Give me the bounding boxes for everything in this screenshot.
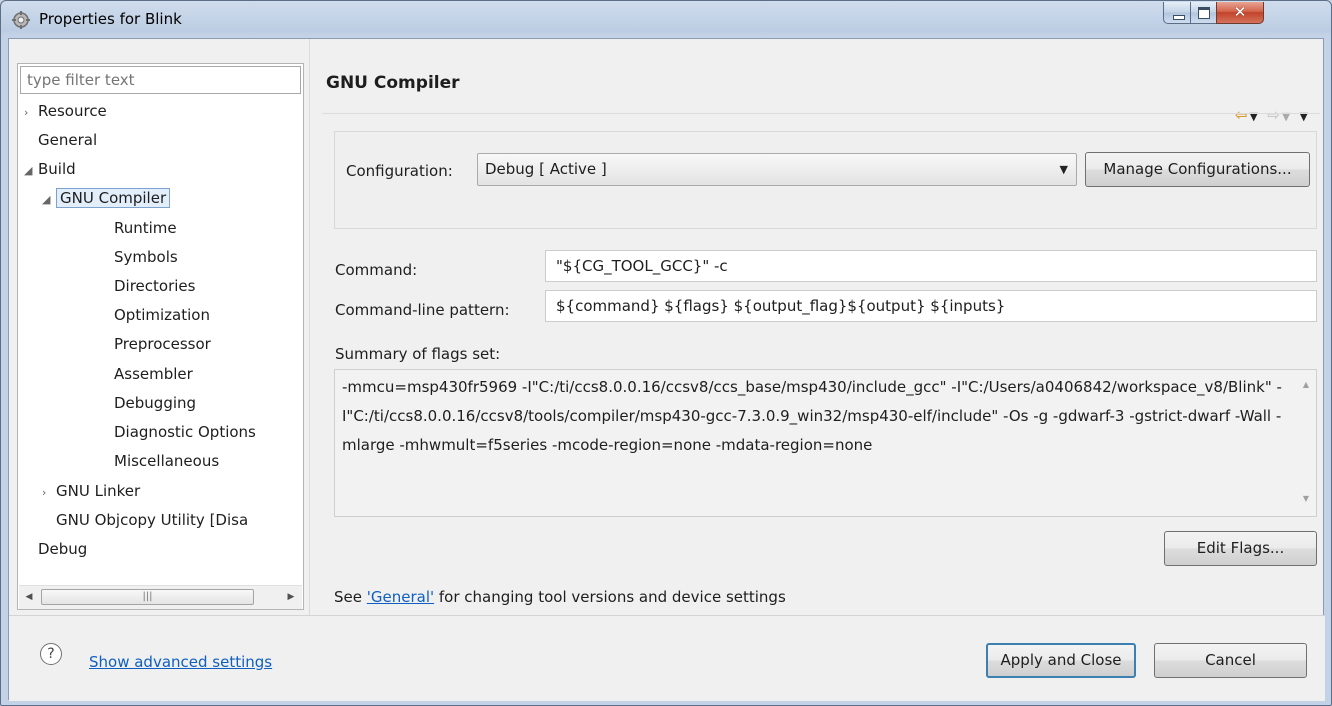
cancel-button[interactable]: Cancel: [1154, 643, 1307, 678]
footnote-suffix: for changing tool versions and device se…: [434, 588, 786, 606]
configuration-group: Configuration: Debug [ Active ] ▼ Manage…: [334, 131, 1317, 229]
manage-configurations-button[interactable]: Manage Configurations...: [1085, 152, 1310, 187]
tree-item-runtime[interactable]: Runtime: [114, 215, 177, 241]
tree-item-label: Build: [38, 160, 76, 178]
scroll-up-icon[interactable]: ▲: [1296, 380, 1316, 389]
tree-item-label: Debugging: [114, 394, 197, 412]
configuration-label: Configuration:: [346, 162, 453, 180]
forward-arrow-icon[interactable]: ⇨: [1267, 106, 1282, 124]
page-title: GNU Compiler ⇦▼ ⇨▼ ▼: [314, 39, 1320, 124]
tree-item-label: Assembler: [114, 365, 193, 383]
panel-splitter[interactable]: [309, 39, 310, 615]
command-label: Command:: [335, 261, 418, 279]
chevron-right-icon[interactable]: ›: [42, 480, 56, 506]
category-tree[interactable]: › Resource General ◢ Build ◢ GNU Compiler R…: [18, 98, 303, 583]
properties-gear-icon: [12, 11, 30, 29]
minimize-button[interactable]: [1163, 2, 1191, 24]
scroll-left-icon[interactable]: ◀: [19, 586, 39, 608]
filter-input[interactable]: [20, 66, 301, 94]
view-menu-icon[interactable]: ▼: [1300, 110, 1310, 123]
dropdown-arrow-icon[interactable]: ▼: [1060, 154, 1068, 185]
tree-item-label: Runtime: [114, 219, 177, 237]
tree-horizontal-scrollbar[interactable]: ◀ ||| ▶: [19, 585, 302, 609]
scroll-down-icon[interactable]: ▼: [1296, 494, 1316, 503]
tree-item-symbols[interactable]: Symbols: [114, 244, 178, 270]
close-icon: ✕: [1233, 3, 1247, 21]
dialog-button-bar: ? Show advanced settings Apply and Close…: [9, 616, 1325, 701]
summary-of-flags-box[interactable]: -mmcu=msp430fr5969 -I"C:/ti/ccs8.0.0.16/…: [334, 369, 1317, 517]
summary-of-flags-text: -mmcu=msp430fr5969 -I"C:/ti/ccs8.0.0.16/…: [342, 378, 1282, 454]
command-line-pattern-label: Command-line pattern:: [335, 301, 510, 319]
dialog-client-area: ›Resource General ◢Build ◢GNU Compiler R…: [8, 38, 1325, 701]
tree-item-debugging[interactable]: Debugging: [114, 390, 196, 416]
chevron-right-icon[interactable]: ›: [24, 100, 38, 126]
apply-and-close-button[interactable]: Apply and Close: [986, 643, 1136, 678]
tree-item-label: Symbols: [114, 248, 178, 266]
tree-item-diagnostic-options[interactable]: Diagnostic Options: [114, 419, 256, 445]
footnote-prefix: See: [334, 588, 367, 606]
footnote: See 'General' for changing tool versions…: [334, 588, 786, 606]
edit-flags-button[interactable]: Edit Flags...: [1164, 531, 1317, 566]
command-field[interactable]: "${CG_TOOL_GCC}" -c: [545, 250, 1317, 282]
tree-item-resource[interactable]: › Resource: [24, 98, 107, 124]
tree-item-label: General: [38, 131, 98, 149]
tree-item-label: Resource: [38, 102, 107, 120]
tree-item-assembler[interactable]: Assembler: [114, 361, 193, 387]
title-bar[interactable]: Properties for Blink ✕: [1, 1, 1331, 37]
summary-vertical-scrollbar[interactable]: ▲ ▼: [1296, 370, 1316, 516]
show-advanced-settings-link[interactable]: Show advanced settings: [89, 653, 272, 671]
category-panel: ›Resource General ◢Build ◢GNU Compiler R…: [17, 63, 304, 610]
tree-item-directories[interactable]: Directories: [114, 273, 195, 299]
tree-item-miscellaneous[interactable]: Miscellaneous: [114, 448, 219, 474]
tree-item-label: GNU Linker: [56, 482, 141, 500]
tree-item-label: GNU Objcopy Utility [Disa: [56, 511, 249, 529]
properties-window: Properties for Blink ✕ ›Resource General…: [0, 0, 1332, 706]
tree-item-label-selected: GNU Compiler: [56, 188, 171, 208]
tree-item-gnu-linker[interactable]: › GNU Linker: [42, 478, 140, 504]
maximize-icon: [1198, 7, 1210, 19]
tree-item-gnu-objcopy[interactable]: GNU Objcopy Utility [Disa: [56, 507, 248, 533]
scroll-right-icon[interactable]: ▶: [281, 586, 301, 608]
tree-item-build[interactable]: ◢ Build: [24, 156, 76, 182]
tree-item-general[interactable]: General: [38, 127, 97, 153]
configuration-value: Debug [ Active ]: [485, 160, 607, 178]
title-divider: [322, 113, 1320, 114]
tree-item-label: Diagnostic Options: [114, 423, 256, 441]
tree-item-optimization[interactable]: Optimization: [114, 302, 210, 328]
tree-item-debug[interactable]: Debug: [38, 536, 87, 562]
minimize-icon: [1173, 15, 1185, 20]
close-button[interactable]: ✕: [1216, 2, 1264, 24]
summary-label: Summary of flags set:: [335, 345, 501, 363]
maximize-button[interactable]: [1190, 2, 1217, 24]
expanded-triangle-icon[interactable]: ◢: [24, 158, 38, 184]
command-line-pattern-field[interactable]: ${command} ${flags} ${output_flag}${outp…: [545, 290, 1317, 322]
help-icon[interactable]: ?: [40, 643, 62, 665]
tree-item-label: Directories: [114, 277, 196, 295]
configuration-select[interactable]: Debug [ Active ] ▼: [477, 153, 1077, 186]
window-title: Properties for Blink: [39, 10, 182, 28]
tree-item-label: Preprocessor: [114, 335, 211, 353]
tree-item-preprocessor[interactable]: Preprocessor: [114, 331, 211, 357]
expanded-triangle-icon[interactable]: ◢: [42, 187, 56, 213]
tree-item-label: Debug: [38, 540, 88, 558]
back-menu-icon[interactable]: ▼: [1250, 110, 1260, 123]
tree-item-gnu-compiler[interactable]: ◢ GNU Compiler: [42, 185, 171, 213]
scroll-thumb[interactable]: |||: [41, 589, 254, 605]
back-arrow-icon[interactable]: ⇦: [1235, 106, 1250, 124]
general-link[interactable]: 'General': [367, 588, 434, 606]
tree-item-label: Optimization: [114, 306, 210, 324]
tree-item-label: Miscellaneous: [114, 452, 220, 470]
forward-menu-icon[interactable]: ▼: [1282, 110, 1292, 123]
page-title-text: GNU Compiler: [326, 73, 460, 93]
